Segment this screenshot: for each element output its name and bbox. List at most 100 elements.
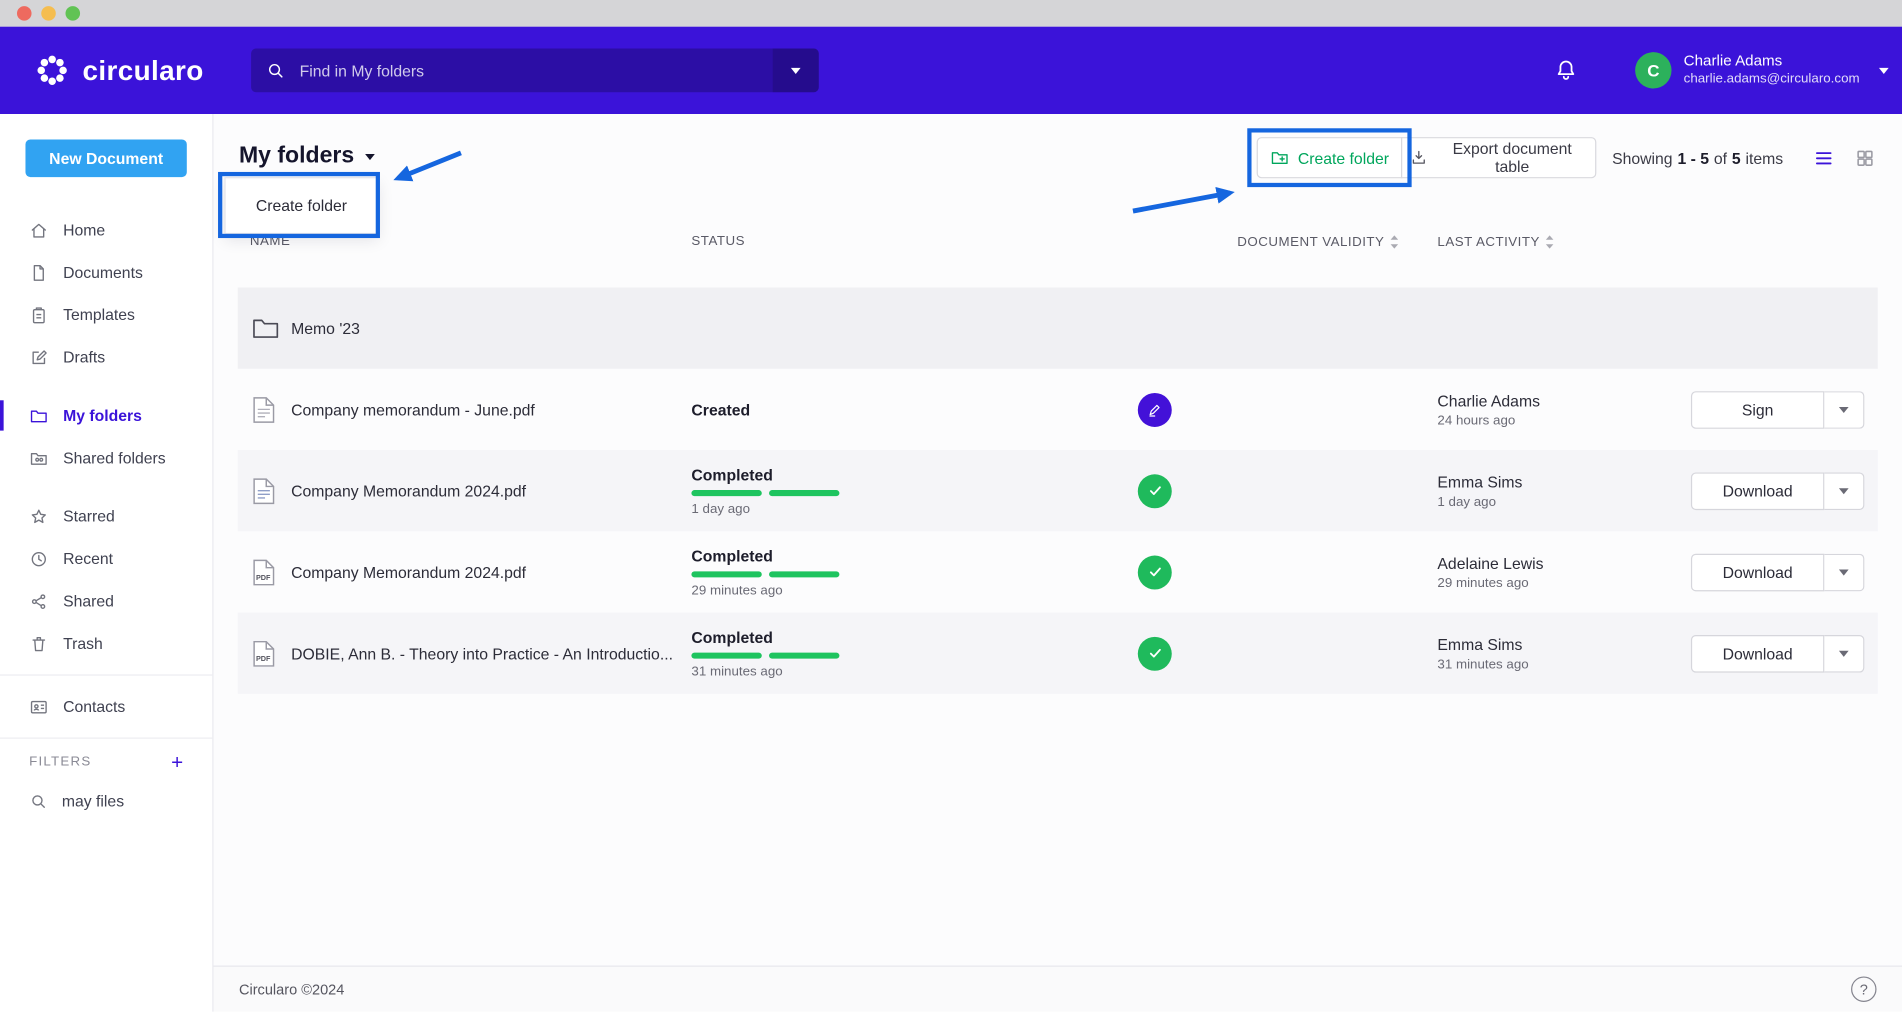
main-content: My folders Create folder Create folder E… bbox=[213, 114, 1902, 1012]
create-folder-menu-item[interactable]: Create folder bbox=[256, 197, 347, 215]
document-name: DOBIE, Ann B. - Theory into Practice - A… bbox=[291, 644, 673, 662]
sidebar-item-templates[interactable]: Templates bbox=[0, 294, 212, 336]
sidebar-item-starred[interactable]: Starred bbox=[0, 495, 212, 537]
table-row-document[interactable]: PDF Company Memorandum 2024.pdf Complete… bbox=[238, 531, 1878, 612]
chevron-down-icon bbox=[1879, 67, 1889, 73]
download-button[interactable]: Download bbox=[1691, 634, 1824, 672]
signature-pen-icon bbox=[1146, 401, 1163, 418]
sidebar-item-home[interactable]: Home bbox=[0, 209, 212, 251]
table-row-document[interactable]: Company Memorandum 2024.pdf Completed 1 … bbox=[238, 450, 1878, 531]
sidebar-item-documents[interactable]: Documents bbox=[0, 251, 212, 293]
table-row-document[interactable]: Company memorandum - June.pdf Created Ch… bbox=[238, 369, 1878, 450]
action-dropdown-button[interactable] bbox=[1824, 634, 1864, 672]
view-toggles bbox=[1813, 147, 1875, 168]
action-dropdown-button[interactable] bbox=[1824, 553, 1864, 591]
sidebar-item-contacts[interactable]: Contacts bbox=[0, 685, 212, 727]
chevron-down-icon bbox=[1839, 569, 1849, 575]
minimize-button[interactable] bbox=[41, 6, 56, 21]
sidebar-item-trash[interactable]: Trash bbox=[0, 622, 212, 664]
last-activity-cell: Adelaine Lewis 29 minutes ago bbox=[1437, 554, 1543, 590]
saved-search-item[interactable]: may files bbox=[0, 782, 212, 818]
pdf-file-icon: PDF bbox=[252, 558, 275, 586]
status-cell: Completed 31 minutes ago bbox=[691, 628, 839, 679]
row-actions: Download bbox=[1691, 553, 1864, 591]
sidebar-item-my-folders[interactable]: My folders bbox=[0, 394, 212, 436]
table-row-document[interactable]: PDF DOBIE, Ann B. - Theory into Practice… bbox=[238, 613, 1878, 694]
progress-bar bbox=[691, 489, 839, 495]
sign-button[interactable]: Sign bbox=[1691, 391, 1824, 429]
status-cell: Completed 29 minutes ago bbox=[691, 546, 839, 597]
sidebar: New Document Home Documents Templates Dr… bbox=[0, 114, 213, 1012]
zoom-button[interactable] bbox=[66, 6, 81, 21]
global-search-input[interactable] bbox=[297, 47, 772, 93]
export-document-table-button[interactable]: Export document table bbox=[1401, 137, 1596, 178]
contacts-icon bbox=[29, 697, 48, 716]
chevron-down-icon bbox=[791, 67, 801, 73]
brand-name: circularo bbox=[82, 54, 203, 87]
sidebar-item-label: Contacts bbox=[63, 697, 125, 715]
valid-badge bbox=[1138, 555, 1172, 589]
download-button[interactable]: Download bbox=[1691, 472, 1824, 510]
pencil-icon bbox=[29, 348, 48, 367]
sidebar-item-label: Templates bbox=[63, 306, 135, 324]
folder-name: Memo '23 bbox=[291, 319, 360, 337]
star-icon bbox=[29, 506, 48, 525]
check-icon bbox=[1146, 644, 1164, 662]
window-chrome bbox=[0, 0, 1902, 27]
last-activity-cell: Charlie Adams 24 hours ago bbox=[1437, 391, 1540, 427]
search-scope-dropdown[interactable] bbox=[773, 49, 819, 93]
search-icon bbox=[29, 791, 47, 809]
sort-icon bbox=[1389, 234, 1400, 250]
table-row-folder[interactable]: Memo '23 bbox=[238, 287, 1878, 368]
actor-name: Emma Sims bbox=[1437, 635, 1528, 653]
sort-activity-button[interactable] bbox=[1545, 234, 1556, 250]
bell-icon bbox=[1553, 57, 1580, 84]
sidebar-item-shared[interactable]: Shared bbox=[0, 580, 212, 622]
create-folder-button[interactable]: Create folder bbox=[1257, 137, 1403, 178]
sidebar-item-drafts[interactable]: Drafts bbox=[0, 336, 212, 378]
sort-validity-button[interactable] bbox=[1389, 234, 1400, 250]
sidebar-item-label: My folders bbox=[63, 406, 142, 424]
sidebar-item-recent[interactable]: Recent bbox=[0, 537, 212, 579]
close-button[interactable] bbox=[17, 6, 32, 21]
pdf-file-icon: PDF bbox=[252, 639, 275, 667]
new-document-button[interactable]: New Document bbox=[25, 139, 186, 177]
check-icon bbox=[1146, 482, 1164, 500]
notifications-button[interactable] bbox=[1553, 57, 1580, 84]
sidebar-item-label: Home bbox=[63, 221, 105, 239]
document-file-icon bbox=[252, 477, 275, 505]
signature-required-badge bbox=[1138, 392, 1172, 426]
saved-search-label: may files bbox=[62, 791, 124, 809]
row-actions: Download bbox=[1691, 634, 1864, 672]
document-table: Memo '23 Company memorandum - June.pdf C… bbox=[238, 287, 1878, 693]
user-menu[interactable]: C Charlie Adams charlie.adams@circularo.… bbox=[1635, 52, 1889, 88]
status-label: Completed bbox=[691, 628, 839, 646]
page-title-dropdown[interactable]: My folders bbox=[239, 143, 375, 170]
home-icon bbox=[29, 220, 48, 239]
download-button[interactable]: Download bbox=[1691, 553, 1824, 591]
add-filter-button[interactable]: + bbox=[164, 750, 191, 773]
folders-dropdown-menu: Create folder bbox=[224, 177, 378, 234]
sidebar-item-label: Shared bbox=[63, 592, 114, 610]
status-time: 31 minutes ago bbox=[691, 664, 839, 679]
document-icon bbox=[29, 263, 48, 282]
action-dropdown-button[interactable] bbox=[1824, 472, 1864, 510]
sidebar-item-label: Recent bbox=[63, 549, 113, 567]
list-view-button[interactable] bbox=[1813, 147, 1834, 168]
brand[interactable]: circularo bbox=[34, 52, 204, 88]
column-header-status: STATUS bbox=[691, 234, 745, 249]
user-email: charlie.adams@circularo.com bbox=[1684, 71, 1860, 88]
svg-text:PDF: PDF bbox=[256, 572, 271, 581]
circularo-logo-icon bbox=[34, 52, 70, 88]
action-dropdown-button[interactable] bbox=[1824, 391, 1864, 429]
chevron-down-icon bbox=[1839, 488, 1849, 494]
sidebar-item-shared-folders[interactable]: Shared folders bbox=[0, 437, 212, 479]
folder-plus-icon bbox=[1270, 148, 1289, 167]
user-name: Charlie Adams bbox=[1684, 53, 1860, 72]
grid-view-button[interactable] bbox=[1855, 147, 1876, 168]
status-cell: Created bbox=[691, 400, 750, 418]
sidebar-item-label: Trash bbox=[63, 634, 103, 652]
row-actions: Sign bbox=[1691, 391, 1864, 429]
help-button[interactable]: ? bbox=[1851, 976, 1876, 1001]
shared-folder-icon bbox=[29, 448, 48, 467]
